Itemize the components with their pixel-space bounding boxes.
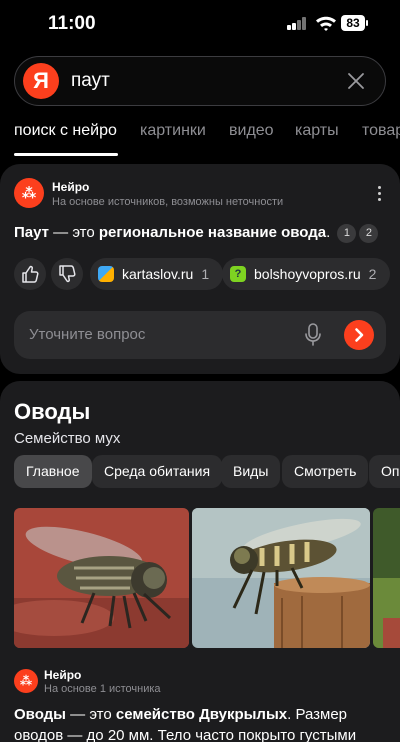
- source-label: kartaslov.ru: [122, 266, 194, 282]
- source-chip-bolshoyvopros[interactable]: ? bolshoyvopros.ru 2: [222, 258, 391, 290]
- tab-products[interactable]: товар: [362, 122, 400, 140]
- neuro-source-count: На основе 1 источника: [44, 683, 161, 695]
- answer-text: — это: [49, 224, 99, 241]
- chip-watch[interactable]: Смотреть: [282, 455, 369, 488]
- bolshoyvopros-favicon-icon: ?: [230, 266, 246, 282]
- send-button[interactable]: [344, 320, 374, 350]
- close-icon[interactable]: [347, 72, 365, 90]
- chip-species[interactable]: Виды: [221, 455, 281, 488]
- desc-term: Оводы: [14, 706, 66, 723]
- chip-main[interactable]: Главное: [14, 455, 92, 488]
- thumbs-down-icon: [59, 265, 76, 283]
- neuro-name: Нейро: [52, 180, 90, 194]
- entity-description: Оводы — это семейство Двукрылых. Размер …: [14, 704, 392, 742]
- yandex-logo-icon[interactable]: Я: [23, 63, 59, 99]
- source-count: 1: [201, 266, 210, 282]
- image-horsefly-2[interactable]: [192, 508, 370, 648]
- wifi-icon: [316, 16, 336, 31]
- neuro-name: Нейро: [44, 668, 82, 682]
- search-input[interactable]: паут: [71, 70, 110, 92]
- chevron-right-icon: [355, 328, 364, 342]
- source-label: bolshoyvopros.ru: [254, 266, 361, 282]
- tab-maps[interactable]: карты: [295, 122, 339, 140]
- tab-video[interactable]: видео: [229, 122, 274, 140]
- neuro-logo-icon: ⁂: [14, 669, 38, 693]
- neuro-disclaimer: На основе источников, возможны неточност…: [52, 196, 284, 208]
- neuro-logo-icon: ⁂: [14, 178, 44, 208]
- battery-icon: 83: [341, 15, 368, 31]
- tab-images[interactable]: картинки: [140, 122, 206, 140]
- status-bar: 11:00 83: [0, 0, 400, 46]
- active-tab-indicator: [14, 153, 118, 156]
- answer-term: Паут: [14, 224, 49, 241]
- kartaslov-favicon-icon: [98, 266, 114, 282]
- answer-period: .: [326, 224, 331, 241]
- entity-title: Оводы: [14, 399, 91, 424]
- desc-text: — это: [66, 706, 116, 723]
- image-horsefly-1[interactable]: [14, 508, 189, 648]
- chip-more[interactable]: Оп: [369, 455, 400, 488]
- more-options-icon[interactable]: [378, 186, 382, 202]
- search-bar[interactable]: Я паут: [14, 56, 386, 106]
- microphone-icon[interactable]: [304, 323, 322, 347]
- status-time: 11:00: [48, 13, 96, 34]
- reference-badge-1[interactable]: 1: [337, 224, 357, 243]
- source-chip-kartaslov[interactable]: kartaslov.ru 1: [90, 258, 224, 290]
- answer-highlight: региональное название овода: [98, 224, 327, 241]
- entity-subtitle: Семейство мух: [14, 430, 121, 447]
- tab-neuro-search[interactable]: поиск с нейро: [14, 122, 117, 140]
- chip-habitat[interactable]: Среда обитания: [92, 455, 223, 488]
- neuro-answer: Паут — это региональное название овода. …: [14, 224, 379, 243]
- desc-highlight: семейство Двукрылых: [115, 706, 288, 723]
- dislike-button[interactable]: [51, 258, 83, 290]
- cellular-signal-icon: [287, 17, 307, 30]
- followup-placeholder: Уточните вопрос: [29, 326, 146, 343]
- thumbs-up-icon: [22, 265, 39, 283]
- image-horsefly-3[interactable]: [373, 508, 400, 648]
- followup-input[interactable]: Уточните вопрос: [14, 311, 386, 359]
- like-button[interactable]: [14, 258, 46, 290]
- source-count: 2: [368, 266, 377, 282]
- reference-badge-2[interactable]: 2: [359, 224, 379, 243]
